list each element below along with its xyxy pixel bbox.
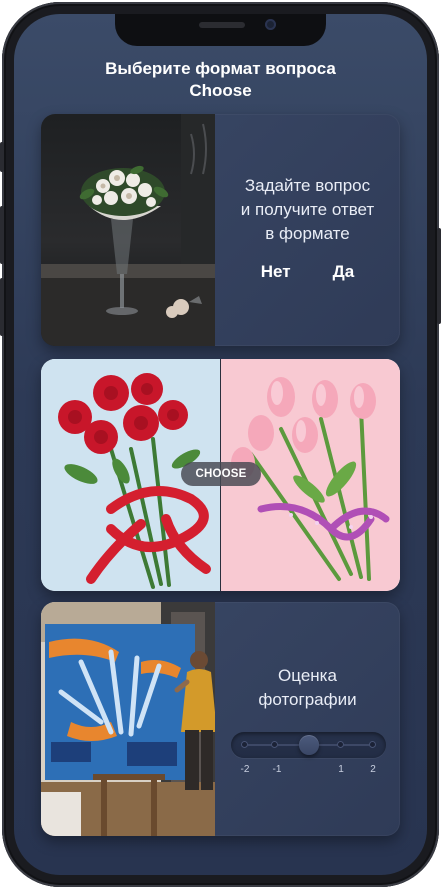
slider-tick[interactable] (271, 741, 278, 748)
slider-tick[interactable] (241, 741, 248, 748)
yes-no-description-line-2: и получите ответ (240, 200, 375, 219)
rating-panel: Оценка фотографии -2 -1 1 2 (215, 602, 400, 836)
bouquet-vase-photo (41, 114, 215, 346)
choose-badge: CHOOSE (181, 462, 261, 486)
scale-label: 1 (338, 764, 344, 775)
artist-painting-photo (41, 602, 215, 836)
rating-title-line-2: фотографии (258, 690, 357, 709)
slider-thumb[interactable] (299, 735, 319, 755)
app-screen: Выберите формат вопроса Choose Задайте в… (14, 14, 427, 875)
yes-no-panel: Задайте вопрос и получите ответ в формат… (215, 114, 400, 346)
rating-title-line-1: Оценка (278, 666, 337, 685)
yes-no-description-line-1: Задайте вопрос (244, 176, 371, 195)
no-answer-button[interactable]: Нет (261, 262, 291, 282)
power-button (437, 228, 441, 324)
yes-no-description-line-3: в формате (265, 224, 350, 243)
slider-tick[interactable] (337, 741, 344, 748)
rating-format-card[interactable]: Оценка фотографии -2 -1 1 2 (41, 602, 400, 836)
choose-format-card[interactable]: CHOOSE (41, 359, 400, 591)
scale-label: -2 (240, 764, 250, 775)
slider-tick[interactable] (369, 741, 376, 748)
rating-title: Оценка фотографии (215, 664, 400, 712)
scale-label: 2 (370, 764, 376, 775)
answer-options: Нет Да (215, 262, 400, 282)
rating-slider[interactable] (231, 732, 386, 758)
page-title-line-1: Выберите формат вопроса (105, 59, 336, 78)
yes-no-description: Задайте вопрос и получите ответ в формат… (215, 174, 400, 246)
page-title: Выберите формат вопроса Choose (14, 58, 427, 102)
scale-label: -1 (272, 764, 282, 775)
yes-answer-button[interactable]: Да (333, 262, 355, 282)
volume-down-button (0, 278, 4, 336)
speaker (199, 22, 245, 28)
page-title-line-2: Choose (189, 81, 252, 100)
notch (115, 14, 326, 46)
camera-icon (265, 19, 276, 30)
yes-no-format-card[interactable]: Задайте вопрос и получите ответ в формат… (41, 114, 400, 346)
rating-scale: -2 -1 1 2 (215, 764, 400, 778)
volume-up-button (0, 206, 4, 264)
mute-switch (0, 142, 4, 172)
